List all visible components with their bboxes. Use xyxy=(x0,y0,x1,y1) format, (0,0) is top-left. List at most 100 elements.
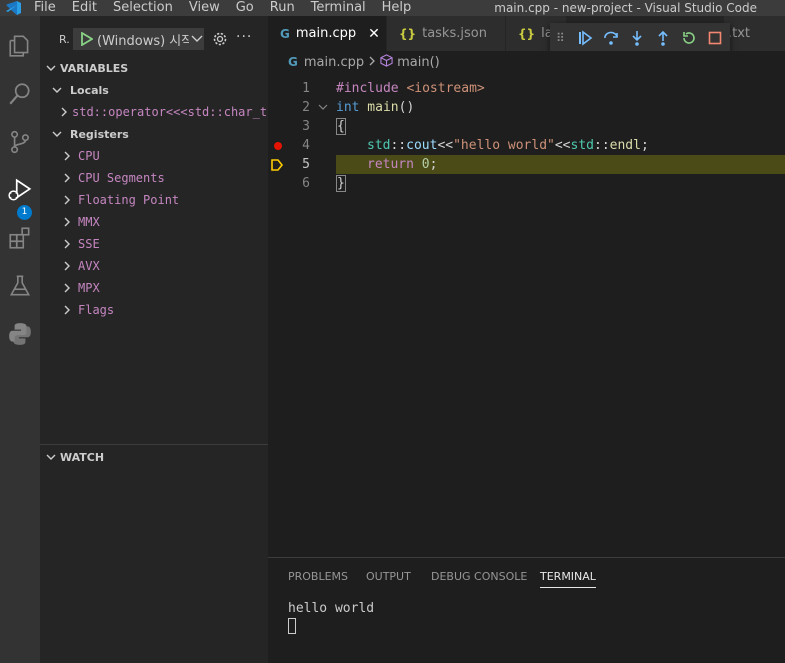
registers-label: Registers xyxy=(70,127,129,141)
tab-output[interactable]: OUTPUT xyxy=(366,570,411,588)
code-line: 1 #include <iostream> xyxy=(268,79,785,98)
step-into-icon[interactable] xyxy=(624,25,650,51)
chevron-right-icon xyxy=(60,283,74,293)
register-group-label: MMX xyxy=(78,215,100,229)
tab-label: tasks.json xyxy=(422,26,487,41)
testing-icon[interactable] xyxy=(0,264,40,308)
menu-selection[interactable]: Selection xyxy=(105,0,181,16)
register-group-item[interactable]: SSE xyxy=(40,233,268,255)
tab-label: main.cpp xyxy=(295,26,357,41)
chevron-right-icon xyxy=(60,305,74,315)
tab-label: .txt xyxy=(728,26,751,41)
close-icon[interactable]: ✕ xyxy=(368,26,380,42)
tab-debug-console[interactable]: DEBUG CONSOLE xyxy=(431,570,527,588)
bottom-panel: PROBLEMS OUTPUT DEBUG CONSOLE TERMINAL h… xyxy=(268,557,785,663)
menu-file[interactable]: File xyxy=(26,0,64,16)
token: } xyxy=(336,175,346,192)
tab-tasks-json[interactable]: {} tasks.json xyxy=(387,16,505,51)
continue-icon[interactable] xyxy=(572,25,598,51)
token: { xyxy=(336,118,346,135)
chevron-right-icon xyxy=(60,217,74,227)
locals-variable-item[interactable]: std::operator<<<std::char_traits<char> > xyxy=(40,101,268,123)
register-group-label: Floating Point xyxy=(78,193,180,207)
locals-scope[interactable]: Locals xyxy=(40,79,268,101)
line-number: 1 xyxy=(302,81,310,96)
tab-terminal[interactable]: TERMINAL xyxy=(540,570,596,588)
line-code: { xyxy=(336,117,346,136)
source-control-icon[interactable] xyxy=(0,120,40,164)
line-code: int main() xyxy=(336,98,414,117)
extensions-icon[interactable] xyxy=(0,216,40,260)
debug-toolbar: ⠿ xyxy=(550,23,730,53)
cpp-file-icon: G xyxy=(280,26,290,41)
chevron-right-icon xyxy=(368,55,376,70)
line-number: 6 xyxy=(302,176,310,191)
menu-help[interactable]: Help xyxy=(374,0,420,16)
register-group-item[interactable]: AVX xyxy=(40,255,268,277)
register-group-item[interactable]: Flags xyxy=(40,299,268,321)
breadcrumb-file[interactable]: main.cpp xyxy=(304,55,364,70)
menu-edit[interactable]: Edit xyxy=(64,0,105,16)
line-number: 4 xyxy=(302,138,310,153)
window-title: main.cpp - new-project - Visual Studio C… xyxy=(494,1,757,15)
explorer-icon[interactable] xyxy=(0,24,40,68)
stop-icon[interactable] xyxy=(702,25,728,51)
locals-variable-name: std::operator<<<std::char_traits<char> > xyxy=(72,105,268,119)
start-debugging-icon[interactable] xyxy=(77,32,97,46)
breadcrumb-symbol[interactable]: main() xyxy=(397,55,440,70)
terminal-cursor[interactable] xyxy=(288,618,296,634)
section-divider xyxy=(40,444,268,445)
registers-scope[interactable]: Registers xyxy=(40,123,268,145)
watch-section-header[interactable]: WATCH xyxy=(40,446,268,468)
chevron-down-icon xyxy=(40,64,60,72)
line-number: 2 xyxy=(302,100,310,115)
line-code: #include <iostream> xyxy=(336,79,485,98)
register-group-label: MPX xyxy=(78,281,100,295)
restart-icon[interactable] xyxy=(676,25,702,51)
register-group-item[interactable]: MPX xyxy=(40,277,268,299)
variables-section-header[interactable]: VARIABLES xyxy=(40,57,268,79)
token: endl xyxy=(609,138,641,153)
code-line: 6 } xyxy=(268,174,785,193)
chevron-down-icon xyxy=(40,453,60,461)
token: "hello world" xyxy=(453,138,555,153)
cpp-file-icon: G xyxy=(288,55,298,69)
step-over-icon[interactable] xyxy=(598,25,624,51)
line-number: 3 xyxy=(302,119,310,134)
menu-terminal[interactable]: Terminal xyxy=(303,0,374,16)
step-out-icon[interactable] xyxy=(650,25,676,51)
token: () xyxy=(398,100,415,115)
menu-view[interactable]: View xyxy=(181,0,228,16)
chevron-down-icon xyxy=(191,32,203,47)
code-editor[interactable]: 1 #include <iostream> 2 int main() 3 { 4… xyxy=(268,79,785,557)
token: std xyxy=(570,138,594,153)
line-code: } xyxy=(336,174,346,193)
token: return xyxy=(367,157,414,172)
launch-config-dropdown[interactable]: (Windows) 시작 xyxy=(73,28,204,50)
more-actions-icon[interactable]: ··· xyxy=(236,29,252,45)
gear-icon[interactable] xyxy=(212,31,228,47)
tab-txt-file[interactable]: .txt xyxy=(724,16,785,51)
register-group-item[interactable]: CPU Segments xyxy=(40,167,268,189)
token: <iostream> xyxy=(398,81,485,96)
token: std xyxy=(367,138,391,153)
menu-go[interactable]: Go xyxy=(228,0,262,16)
register-group-item[interactable]: MMX xyxy=(40,211,268,233)
tab-problems[interactable]: PROBLEMS xyxy=(288,570,348,588)
activity-bar: 1 xyxy=(0,16,40,663)
python-icon[interactable] xyxy=(0,312,40,356)
debug-sidebar: R. (Windows) 시작 ··· VARIABLES Locals std… xyxy=(40,16,268,663)
search-icon[interactable] xyxy=(0,72,40,116)
token: :: xyxy=(390,138,407,153)
line-code: std::cout<<"hello world"<<std::endl; xyxy=(367,136,649,155)
register-group-item[interactable]: Floating Point xyxy=(40,189,268,211)
chevron-right-icon xyxy=(60,261,74,271)
launch-config-label: (Windows) 시작 xyxy=(97,33,189,49)
register-group-item[interactable]: CPU xyxy=(40,145,268,167)
drag-handle-icon[interactable]: ⠿ xyxy=(556,31,572,45)
menu-run[interactable]: Run xyxy=(262,0,303,16)
tab-main-cpp[interactable]: G main.cpp ✕ xyxy=(268,16,386,51)
watch-title: WATCH xyxy=(60,450,105,464)
vscode-logo-icon[interactable] xyxy=(0,0,26,16)
chevron-right-icon xyxy=(60,239,74,249)
